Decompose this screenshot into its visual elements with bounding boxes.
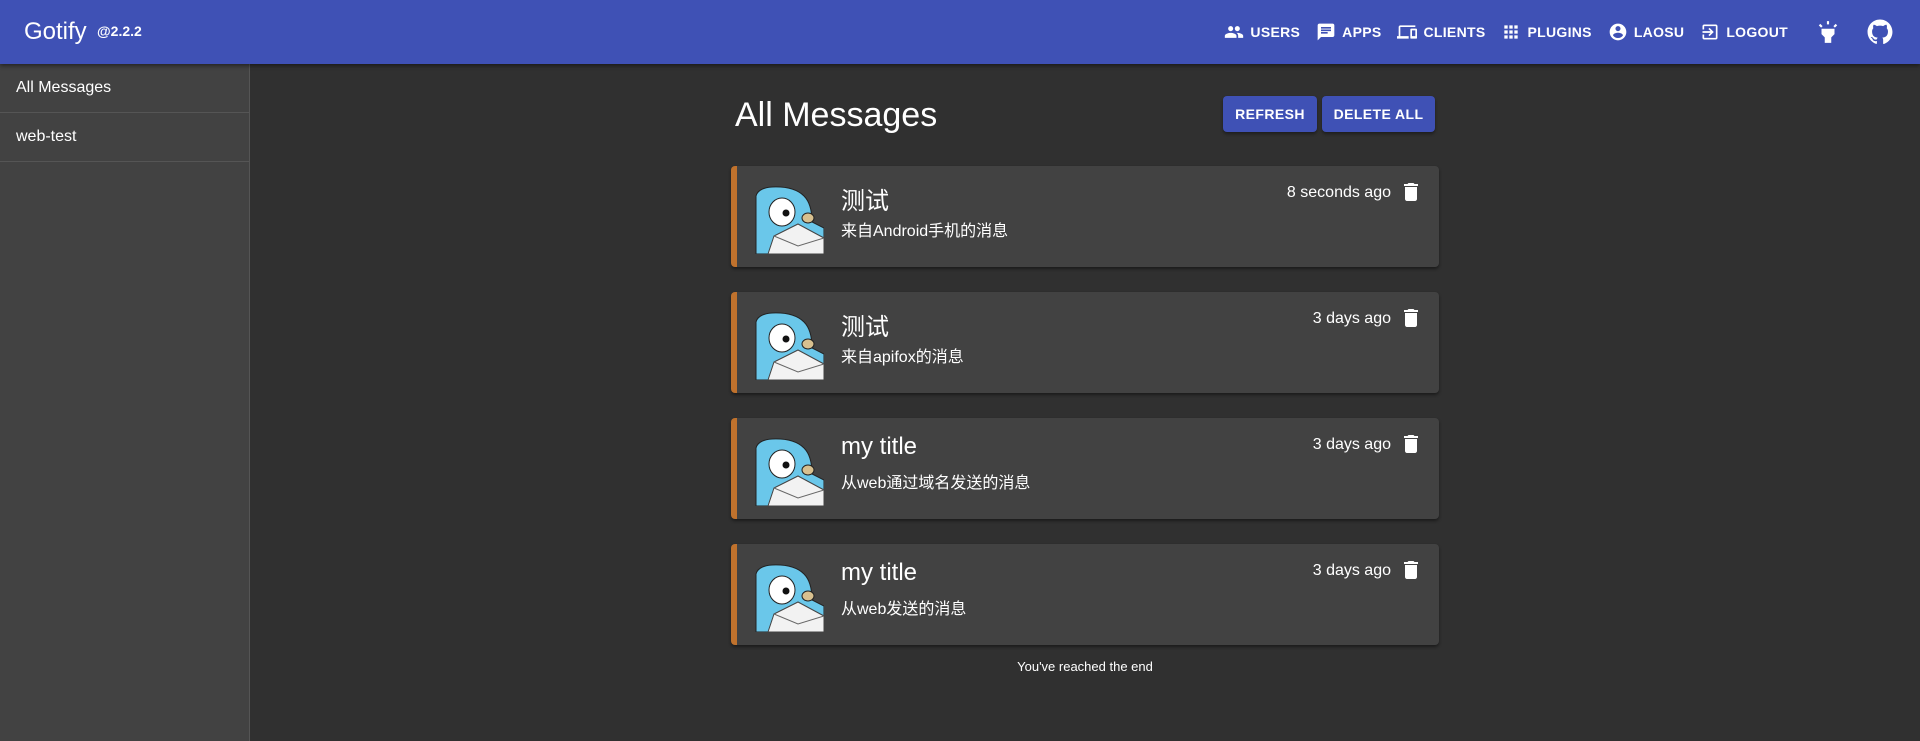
- logout-button[interactable]: LOGOUT: [1692, 14, 1796, 50]
- delete-message-button[interactable]: [1399, 180, 1423, 204]
- delete-all-button[interactable]: DELETE ALL: [1322, 96, 1435, 132]
- sidebar: All Messages web-test: [0, 64, 250, 741]
- logout-label: LOGOUT: [1726, 24, 1788, 40]
- version-label: @2.2.2: [97, 23, 142, 39]
- top-nav: USERS APPS CLIENTS PLUGINS LAOSU LOGOUT: [1216, 0, 1920, 64]
- trash-icon: [1404, 309, 1418, 327]
- message-time: 8 seconds ago: [1286, 184, 1391, 201]
- delete-message-button[interactable]: [1399, 432, 1423, 456]
- plugins-label: PLUGINS: [1527, 24, 1592, 40]
- github-icon: [1867, 19, 1893, 44]
- message-title: my title: [841, 559, 918, 586]
- users-label: USERS: [1250, 24, 1301, 40]
- gopher-avatar-icon: [754, 436, 824, 506]
- trash-icon: [1404, 183, 1418, 201]
- gopher-avatar-icon: [754, 562, 824, 632]
- message-body: 来自apifox的消息: [841, 349, 964, 366]
- message-time: 3 days ago: [1312, 562, 1391, 579]
- end-of-list-note: You've reached the end: [1017, 659, 1153, 674]
- message-card: my title 从web通过域名发送的消息 3 days ago: [731, 418, 1439, 519]
- account-circle-icon: [1609, 23, 1627, 41]
- sidebar-item-label: All Messages: [16, 79, 112, 96]
- users-icon: [1225, 26, 1244, 38]
- clients-button[interactable]: CLIENTS: [1389, 14, 1493, 50]
- message-title: 测试: [841, 188, 889, 215]
- account-label: LAOSU: [1633, 24, 1685, 40]
- plugins-button[interactable]: PLUGINS: [1493, 14, 1599, 50]
- message-time: 3 days ago: [1312, 310, 1391, 327]
- lightbulb-icon: [1818, 21, 1838, 43]
- message-title: 测试: [841, 314, 889, 341]
- exit-icon: [1702, 24, 1718, 40]
- message-body: 从web通过域名发送的消息: [841, 475, 1031, 492]
- delete-message-button[interactable]: [1399, 306, 1423, 330]
- theme-toggle-button[interactable]: [1804, 8, 1852, 56]
- message-time: 3 days ago: [1312, 436, 1391, 453]
- message-body: 从web发送的消息: [841, 601, 967, 618]
- sidebar-item-label: web-test: [16, 128, 77, 145]
- clients-label: CLIENTS: [1423, 24, 1486, 40]
- chat-icon: [1317, 23, 1335, 41]
- gopher-avatar-icon: [754, 184, 824, 254]
- trash-icon: [1404, 435, 1418, 453]
- message-card: 测试 来自apifox的消息 3 days ago: [731, 292, 1439, 393]
- apps-label: APPS: [1342, 24, 1382, 40]
- refresh-button[interactable]: REFRESH: [1223, 96, 1317, 132]
- gopher-avatar-icon: [754, 310, 824, 380]
- app-bar: Gotify @2.2.2 USERS APPS CLIENTS PLUGINS…: [0, 0, 1920, 64]
- apps-button[interactable]: APPS: [1308, 14, 1389, 50]
- page-title: All Messages: [735, 96, 938, 134]
- brand-title[interactable]: Gotify: [24, 18, 87, 46]
- message-card: 测试 来自Android手机的消息 8 seconds ago: [731, 166, 1439, 267]
- message-title: my title: [841, 433, 918, 460]
- apps-grid-icon: [1504, 25, 1519, 39]
- sidebar-item-web-test[interactable]: web-test: [0, 113, 249, 162]
- account-button[interactable]: LAOSU: [1600, 14, 1693, 50]
- github-button[interactable]: [1856, 8, 1904, 56]
- message-card: my title 从web发送的消息 3 days ago: [731, 544, 1439, 645]
- message-body: 来自Android手机的消息: [841, 223, 1009, 240]
- delete-message-button[interactable]: [1399, 558, 1423, 582]
- devices-icon: [1397, 25, 1418, 39]
- users-button[interactable]: USERS: [1216, 14, 1308, 50]
- sidebar-item-all-messages[interactable]: All Messages: [0, 64, 249, 113]
- trash-icon: [1404, 561, 1418, 579]
